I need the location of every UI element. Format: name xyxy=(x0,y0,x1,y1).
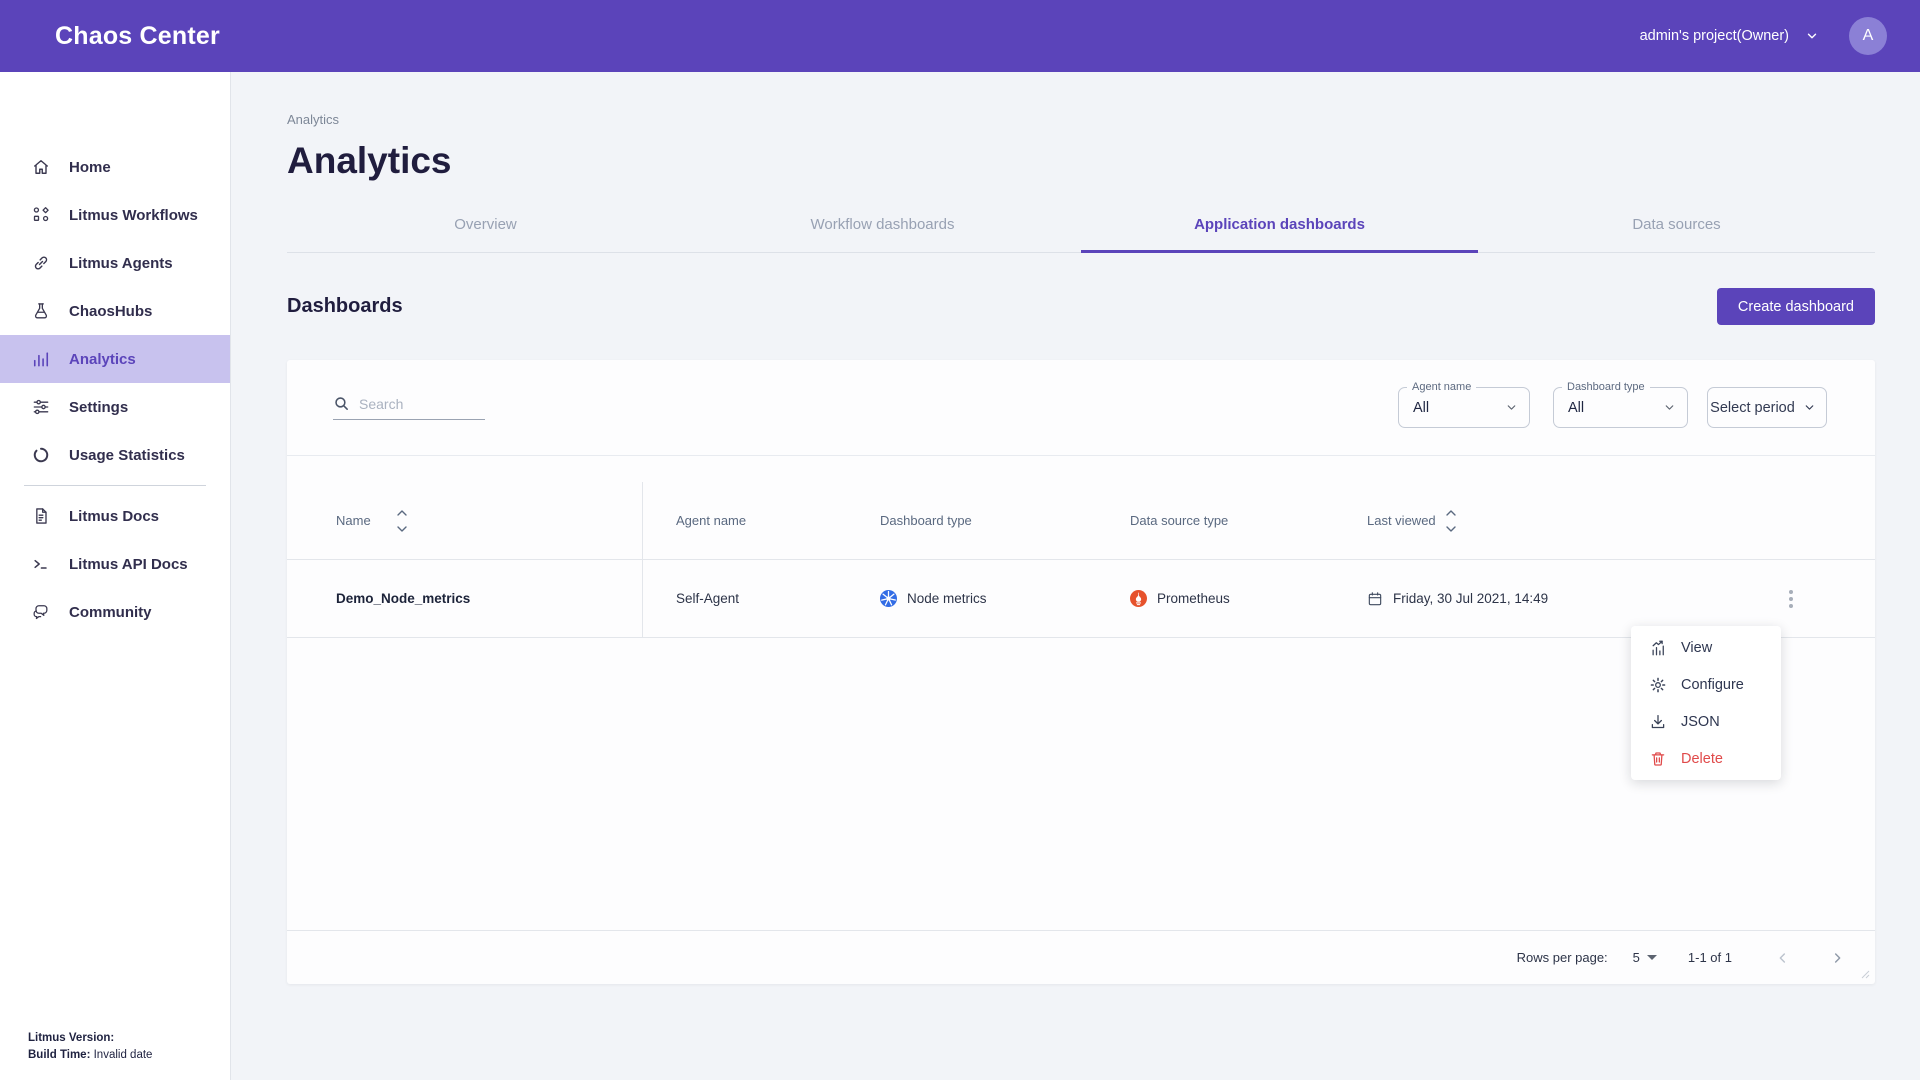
prometheus-icon xyxy=(1130,590,1147,607)
home-icon xyxy=(30,157,51,178)
chat-icon xyxy=(30,602,51,623)
row-context-menu: View Configure JSON Delete xyxy=(1631,626,1781,780)
flask-icon xyxy=(30,301,51,322)
page-title: Analytics xyxy=(287,140,1875,182)
search-input[interactable] xyxy=(359,396,474,412)
agent-name-select[interactable]: Agent name All xyxy=(1398,387,1530,428)
tab-overview[interactable]: Overview xyxy=(287,200,684,252)
sidebar: Home Litmus Workflows Litmus Agents Chao… xyxy=(0,72,231,1080)
chevron-down-icon xyxy=(1805,29,1819,43)
document-icon xyxy=(30,506,51,527)
column-last-viewed[interactable]: Last viewed xyxy=(1334,510,1719,532)
sidebar-item-community[interactable]: Community xyxy=(0,588,230,636)
dashboard-type-select[interactable]: Dashboard type All xyxy=(1553,387,1688,428)
menu-item-json[interactable]: JSON xyxy=(1631,703,1781,740)
rows-per-page-label: Rows per page: xyxy=(1517,950,1608,965)
top-header: Chaos Center admin's project(Owner) A xyxy=(0,0,1920,72)
table-header: Name Agent name Dashboard type Data sour… xyxy=(287,482,1875,560)
row-agent-name: Self-Agent xyxy=(643,591,847,606)
sidebar-item-litmus-workflows[interactable]: Litmus Workflows xyxy=(0,191,230,239)
select-period-button[interactable]: Select period xyxy=(1707,387,1827,428)
calendar-icon xyxy=(1367,591,1383,607)
pagination-range: 1-1 of 1 xyxy=(1688,950,1732,965)
row-actions xyxy=(1719,586,1875,612)
version-info: Litmus Version: Build Time: Invalid date xyxy=(28,1030,152,1064)
sidebar-divider xyxy=(24,485,206,486)
column-agent-name: Agent name xyxy=(643,513,847,528)
project-name: admin's project(Owner) xyxy=(1640,28,1789,44)
sort-arrows-icon[interactable] xyxy=(1446,510,1456,532)
section-title: Dashboards xyxy=(287,295,403,318)
row-options-kebab-icon[interactable] xyxy=(1785,586,1797,612)
tab-data-sources[interactable]: Data sources xyxy=(1478,200,1875,252)
menu-item-configure[interactable]: Configure xyxy=(1631,666,1781,703)
sidebar-item-litmus-api-docs[interactable]: Litmus API Docs xyxy=(0,540,230,588)
previous-page-button[interactable] xyxy=(1771,946,1795,970)
main-content: Analytics Analytics Overview Workflow da… xyxy=(231,72,1920,1080)
project-selector[interactable]: admin's project(Owner) xyxy=(1640,28,1819,44)
chevron-down-icon xyxy=(1803,401,1816,414)
resize-handle-icon xyxy=(1861,970,1870,979)
search-icon xyxy=(333,395,350,412)
row-dashboard-type: Node metrics xyxy=(847,590,1097,607)
breadcrumb: Analytics xyxy=(287,112,1875,127)
bar-chart-icon xyxy=(30,349,51,370)
tab-workflow-dashboards[interactable]: Workflow dashboards xyxy=(684,200,1081,252)
column-name[interactable]: Name xyxy=(287,482,643,559)
sidebar-item-litmus-agents[interactable]: Litmus Agents xyxy=(0,239,230,287)
sidebar-item-usage-statistics[interactable]: Usage Statistics xyxy=(0,431,230,479)
row-name: Demo_Node_metrics xyxy=(287,560,643,637)
row-last-viewed: Friday, 30 Jul 2021, 14:49 xyxy=(1334,591,1719,607)
column-dashboard-type: Dashboard type xyxy=(847,513,1097,528)
workflows-icon xyxy=(30,205,51,226)
link-icon xyxy=(30,253,51,274)
sort-arrows-icon[interactable] xyxy=(397,510,407,532)
pagination-bar: Rows per page: 5 1-1 of 1 xyxy=(287,930,1875,984)
chevron-down-icon xyxy=(1505,401,1518,414)
menu-item-delete[interactable]: Delete xyxy=(1631,740,1781,777)
sliders-icon xyxy=(30,397,51,418)
loader-circle-icon xyxy=(30,445,51,466)
menu-item-view[interactable]: View xyxy=(1631,629,1781,666)
row-data-source-type: Prometheus xyxy=(1097,590,1334,607)
sidebar-item-litmus-docs[interactable]: Litmus Docs xyxy=(0,492,230,540)
view-chart-icon xyxy=(1649,639,1667,657)
sidebar-item-settings[interactable]: Settings xyxy=(0,383,230,431)
column-data-source-type: Data source type xyxy=(1097,513,1334,528)
download-icon xyxy=(1649,713,1667,731)
sidebar-item-home[interactable]: Home xyxy=(0,143,230,191)
gear-icon xyxy=(1649,676,1667,694)
rows-per-page-select[interactable]: 5 xyxy=(1633,950,1657,965)
terminal-icon xyxy=(30,554,51,575)
tab-application-dashboards[interactable]: Application dashboards xyxy=(1081,200,1478,252)
next-page-button[interactable] xyxy=(1825,946,1849,970)
sidebar-item-analytics[interactable]: Analytics xyxy=(0,335,230,383)
kubernetes-icon xyxy=(880,590,897,607)
caret-down-icon xyxy=(1647,955,1657,960)
search-box[interactable] xyxy=(333,395,485,420)
trash-icon xyxy=(1649,750,1667,768)
app-title: Chaos Center xyxy=(55,22,220,51)
sidebar-item-chaoshubs[interactable]: ChaosHubs xyxy=(0,287,230,335)
create-dashboard-button[interactable]: Create dashboard xyxy=(1717,288,1875,325)
tab-bar: Overview Workflow dashboards Application… xyxy=(287,200,1875,253)
chevron-down-icon xyxy=(1663,401,1676,414)
avatar[interactable]: A xyxy=(1849,17,1887,55)
filter-bar: Agent name All Dashboard type All xyxy=(287,360,1875,456)
